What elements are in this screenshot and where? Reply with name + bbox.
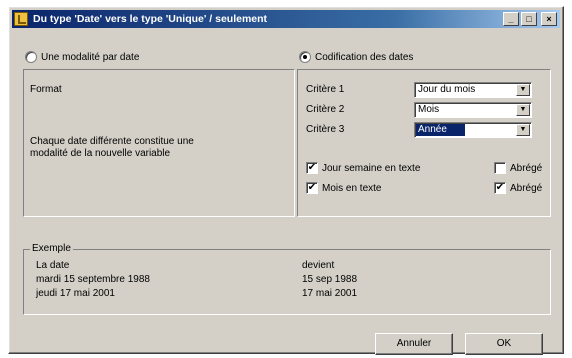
dialog-window: Du type 'Date' vers le type 'Unique' / s… — [8, 6, 564, 355]
critere-1-value: Jour du mois — [418, 84, 476, 95]
radio-modalite-label: Une modalité par date — [41, 51, 140, 63]
checkbox-jour-texte-label: Jour semaine en texte — [322, 162, 421, 174]
chevron-down-icon[interactable]: ▼ — [516, 104, 530, 116]
example-left-row-1: mardi 15 septembre 1988 — [36, 274, 150, 285]
chevron-down-icon[interactable]: ▼ — [516, 124, 530, 136]
checkbox-jour-texte[interactable]: ✔ Jour semaine en texte — [306, 162, 420, 174]
checkbox-mois-texte-label: Mois en texte — [322, 182, 382, 194]
checkbox-mois-abrege-label: Abrégé — [510, 182, 543, 194]
radio-codification-circle[interactable] — [299, 51, 311, 63]
critere-1-label: Critère 1 — [306, 84, 345, 95]
checkbox-jour-abrege[interactable]: Abrégé — [494, 162, 542, 174]
example-left-row-2: jeudi 17 mai 2001 — [36, 288, 115, 299]
example-right-row-1: 15 sep 1988 — [302, 274, 358, 285]
checkbox-mois-texte-box[interactable]: ✔ — [306, 182, 318, 194]
example-left-header: La date — [36, 260, 70, 271]
critere-1-select[interactable]: Jour du mois ▼ — [414, 82, 532, 98]
radio-codification[interactable]: Codification des dates — [299, 51, 413, 63]
radio-modalite-circle[interactable] — [25, 51, 37, 63]
checkbox-mois-abrege[interactable]: ✔ Abrégé — [494, 182, 542, 194]
example-legend: Exemple — [30, 243, 73, 254]
format-panel: Format Chaque date différente constitue … — [23, 69, 295, 217]
example-right-row-2: 17 mai 2001 — [302, 288, 358, 299]
app-icon — [14, 12, 28, 26]
critere-2-value: Mois — [418, 104, 440, 115]
critere-2-label: Critère 2 — [306, 104, 345, 115]
chevron-down-icon[interactable]: ▼ — [516, 84, 530, 96]
codification-panel: Critère 1 Jour du mois ▼ Critère 2 Mois … — [297, 69, 551, 217]
checkbox-jour-abrege-label: Abrégé — [510, 162, 543, 174]
checkbox-jour-texte-box[interactable]: ✔ — [306, 162, 318, 174]
checkbox-jour-abrege-box[interactable] — [494, 162, 506, 174]
minimize-button[interactable]: _ — [503, 12, 519, 26]
format-heading: Format — [30, 84, 62, 95]
close-button[interactable]: × — [541, 12, 557, 26]
critere-3-value: Année — [416, 124, 465, 136]
window-title: Du type 'Date' vers le type 'Unique' / s… — [33, 13, 268, 25]
format-description: Chaque date différente constitue une mod… — [30, 136, 194, 159]
critere-3-label: Critère 3 — [306, 124, 345, 135]
checkbox-mois-texte[interactable]: ✔ Mois en texte — [306, 182, 381, 194]
title-bar[interactable]: Du type 'Date' vers le type 'Unique' / s… — [12, 10, 560, 28]
critere-2-select[interactable]: Mois ▼ — [414, 102, 532, 118]
example-right-header: devient — [302, 260, 335, 271]
critere-3-select[interactable]: Année ▼ — [414, 122, 532, 138]
radio-modalite[interactable]: Une modalité par date — [25, 51, 139, 63]
maximize-button[interactable]: □ — [521, 12, 537, 26]
ok-button[interactable]: OK — [465, 333, 543, 355]
checkbox-mois-abrege-box[interactable]: ✔ — [494, 182, 506, 194]
cancel-button[interactable]: Annuler — [375, 333, 453, 355]
radio-codification-label: Codification des dates — [315, 51, 414, 63]
example-group: Exemple La date mardi 15 septembre 1988 … — [23, 243, 551, 315]
